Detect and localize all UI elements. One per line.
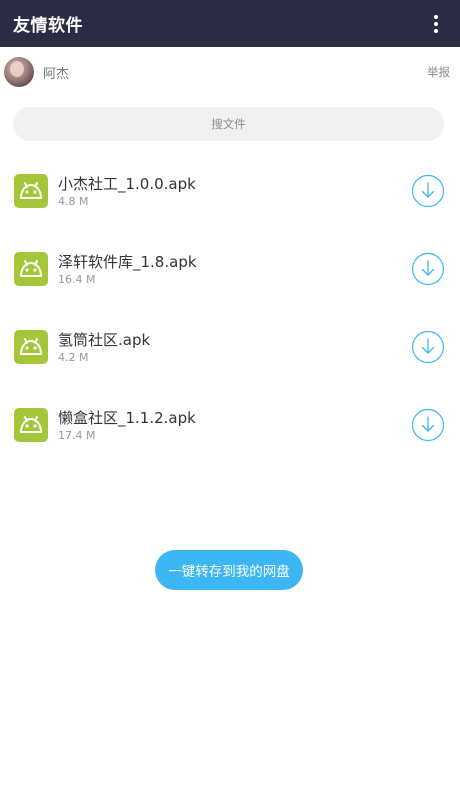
save-to-cloud-button[interactable]: 一键转存到我的网盘 xyxy=(155,550,303,590)
search-placeholder: 搜文件 xyxy=(211,117,246,131)
file-item[interactable]: 小杰社工_1.0.0.apk 4.8 M xyxy=(0,152,460,230)
menu-dot xyxy=(434,28,438,33)
download-icon[interactable] xyxy=(411,408,445,442)
download-icon[interactable] xyxy=(411,252,445,286)
file-item[interactable]: 泽轩软件库_1.8.apk 16.4 M xyxy=(0,230,460,308)
file-info: 懒盒社区_1.1.2.apk 17.4 M xyxy=(58,408,196,443)
username[interactable]: 阿杰 xyxy=(43,63,69,82)
report-link[interactable]: 举报 xyxy=(427,64,450,80)
file-name: 泽轩软件库_1.8.apk xyxy=(58,252,197,271)
avatar[interactable] xyxy=(4,57,34,87)
android-icon xyxy=(14,408,48,442)
file-name: 小杰社工_1.0.0.apk xyxy=(58,174,196,193)
android-icon xyxy=(14,174,48,208)
app-screen: 友情软件 阿杰 举报 搜文件 小杰社工_1.0.0.apk 4.8 M 泽轩软件… xyxy=(0,0,460,800)
file-size: 16.4 M xyxy=(58,272,96,286)
android-icon xyxy=(14,330,48,364)
download-icon[interactable] xyxy=(411,330,445,364)
file-info: 小杰社工_1.0.0.apk 4.8 M xyxy=(58,174,196,209)
file-size: 4.2 M xyxy=(58,350,89,364)
file-item[interactable]: 懒盒社区_1.1.2.apk 17.4 M xyxy=(0,386,460,464)
file-list: 小杰社工_1.0.0.apk 4.8 M 泽轩软件库_1.8.apk 16.4 … xyxy=(0,152,460,464)
page-title: 友情软件 xyxy=(13,16,83,36)
android-icon xyxy=(14,252,48,286)
file-name: 懒盒社区_1.1.2.apk xyxy=(58,408,196,427)
menu-dot xyxy=(434,14,438,19)
user-row: 阿杰 举报 xyxy=(0,47,460,97)
file-name: 氢筒社区.apk xyxy=(58,330,151,349)
file-info: 泽轩软件库_1.8.apk 16.4 M xyxy=(58,252,197,287)
file-info: 氢筒社区.apk 4.2 M xyxy=(58,330,150,365)
title-bar: 友情软件 xyxy=(0,0,460,47)
file-item[interactable]: 氢筒社区.apk 4.2 M xyxy=(0,308,460,386)
download-icon[interactable] xyxy=(411,174,445,208)
search-input[interactable]: 搜文件 xyxy=(13,107,444,141)
file-size: 17.4 M xyxy=(58,428,96,442)
menu-dot xyxy=(434,21,438,26)
more-vertical-icon[interactable] xyxy=(424,9,448,39)
file-size: 4.8 M xyxy=(58,194,89,208)
